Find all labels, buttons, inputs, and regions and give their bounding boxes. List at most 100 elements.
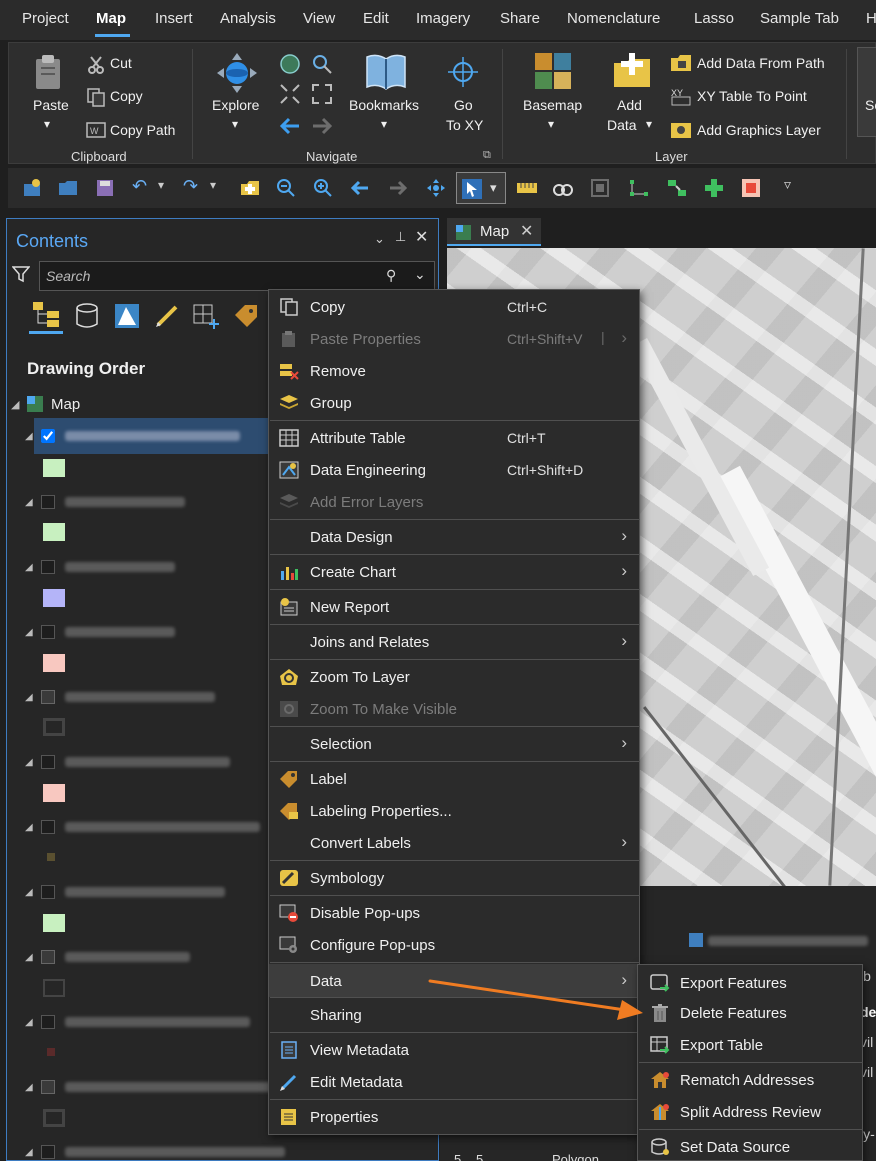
layer-expand-chevron-icon[interactable]: ◢ [25,822,33,833]
tab-analysis[interactable]: Analysis [220,10,276,27]
back-icon[interactable] [350,178,370,201]
save-project-icon[interactable] [95,178,115,201]
submenu-item-split-address-review[interactable]: Split Address Review [638,1097,862,1127]
tab-map[interactable]: Map [96,10,126,27]
select-button-partial[interactable]: Se [865,97,876,113]
list-by-selection-icon[interactable] [114,303,140,332]
paste-icon[interactable] [33,53,63,91]
tab-lasso[interactable]: Lasso [694,10,734,27]
menu-item-add-error-layers[interactable]: Add Error Layers [269,487,639,517]
go-to-xy-button-line2[interactable]: To XY [446,117,483,133]
explore-icon[interactable] [215,51,259,98]
add-graphics-layer-button[interactable]: Add Graphics Layer [697,122,821,138]
menu-item-attribute-table[interactable]: Attribute Table Ctrl+T [269,423,639,453]
menu-item-new-report[interactable]: New Report [269,592,639,622]
zoom-out-icon[interactable] [276,178,296,201]
zoom-to-selected-icon[interactable] [704,178,724,201]
fixed-zoom-in-icon[interactable] [279,83,301,108]
layer-row[interactable]: ◢ [21,419,271,451]
add-data-dropdown-chevron-icon[interactable]: ▾ [646,117,652,131]
menu-item-convert-labels[interactable]: Convert Labels › [269,828,639,858]
clear-selection-icon[interactable] [741,178,761,201]
open-project-icon[interactable] [58,178,78,201]
add-data-button[interactable]: Add [617,97,642,113]
menu-item-configure-pop-ups[interactable]: Configure Pop-ups [269,930,639,960]
basemap-button[interactable]: Basemap [523,97,582,113]
layer-expand-chevron-icon[interactable]: ◢ [25,1082,33,1093]
add-data-quick-icon[interactable] [240,178,260,201]
zoom-in-icon[interactable] [313,178,333,201]
submenu-item-rematch-addresses[interactable]: Rematch Addresses [638,1065,862,1095]
cut-icon[interactable] [86,55,106,78]
layer-expand-chevron-icon[interactable]: ◢ [25,431,33,442]
menu-item-remove[interactable]: Remove [269,356,639,386]
layer-visibility-checkbox[interactable] [41,820,55,834]
tab-project[interactable]: Project [22,10,69,27]
list-by-labeling-icon[interactable] [233,303,259,332]
menu-item-copy[interactable]: Copy Ctrl+C [269,292,639,322]
add-data-from-path-icon[interactable] [670,53,692,76]
layer-expand-chevron-icon[interactable]: ◢ [25,692,33,703]
menu-item-data-design[interactable]: Data Design › [269,522,639,552]
menu-item-symbology[interactable]: Symbology [269,863,639,893]
previous-extent-icon[interactable] [279,115,301,140]
go-to-xy-icon[interactable] [448,57,478,90]
layer-row[interactable]: ◢ [21,615,271,647]
layer-row[interactable]: ◢ [21,810,271,842]
explore-dropdown-chevron-icon[interactable]: ▾ [232,117,238,131]
list-by-drawing-order-icon[interactable] [31,299,61,332]
paste-button[interactable]: Paste [33,97,69,113]
layer-row[interactable]: ◢ [21,550,271,582]
layer-visibility-checkbox[interactable] [41,495,55,509]
pan-icon[interactable] [426,178,446,201]
search-icon[interactable]: ⚲ [386,267,396,284]
tab-map-view[interactable]: Map ✕ [447,218,541,246]
layer-expand-chevron-icon[interactable]: ◢ [25,497,33,508]
list-by-source-icon[interactable] [74,303,100,332]
copy-button[interactable]: Copy [110,88,143,104]
bookmarks-dropdown-chevron-icon[interactable]: ▾ [381,117,387,131]
close-pane-icon[interactable]: ✕ [415,227,428,247]
bookmarks-icon[interactable] [365,51,407,94]
menu-item-group[interactable]: Group [269,388,639,418]
xy-table-to-point-icon[interactable]: XY [670,86,692,109]
tab-edit[interactable]: Edit [363,10,389,27]
layer-visibility-checkbox[interactable] [41,429,55,443]
basemap-icon[interactable] [533,51,573,94]
tab-insert[interactable]: Insert [155,10,193,27]
explore-button[interactable]: Explore [212,97,259,113]
tab-share[interactable]: Share [500,10,540,27]
redo-dropdown-chevron-icon[interactable]: ▾ [210,178,216,192]
menu-item-zoom-to-layer[interactable]: Zoom To Layer [269,662,639,692]
submenu-item-export-features[interactable]: Export Features [638,968,862,998]
infographics-icon[interactable] [590,178,610,201]
menu-item-label-features[interactable]: Label [269,764,639,794]
add-data-button-line2[interactable]: Data [607,117,637,133]
menu-item-selection[interactable]: Selection › [269,729,639,759]
bookmarks-button[interactable]: Bookmarks [349,97,419,113]
select-by-attribute-icon[interactable] [628,178,650,201]
xy-table-to-point-button[interactable]: XY Table To Point [697,88,807,104]
select-by-location-icon[interactable] [666,178,688,201]
copy-icon[interactable] [86,87,106,110]
selection-group-partial[interactable] [857,47,876,137]
paste-dropdown-chevron-icon[interactable]: ▾ [44,117,50,131]
tab-sample-tab[interactable]: Sample Tab [760,10,839,27]
forward-icon[interactable] [388,178,408,201]
layer-row[interactable]: ◢ [21,875,271,907]
layer-expand-chevron-icon[interactable]: ◢ [25,757,33,768]
list-by-editing-icon[interactable] [154,303,180,332]
menu-item-zoom-to-make-visible[interactable]: Zoom To Make Visible [269,694,639,724]
list-by-snapping-icon[interactable] [192,303,220,332]
tab-view[interactable]: View [303,10,335,27]
layer-visibility-checkbox[interactable] [41,625,55,639]
locate-icon[interactable] [553,178,573,201]
layer-expand-chevron-icon[interactable]: ◢ [25,887,33,898]
pin-icon[interactable]: ⊥ [395,229,406,245]
redo-icon[interactable]: ↷ [183,176,198,197]
layer-row[interactable]: ◢ [21,1070,275,1102]
layer-row[interactable]: ◢ [21,745,271,777]
search-dropdown-chevron-icon[interactable]: ⌄ [414,266,426,283]
add-data-icon[interactable] [612,51,652,94]
submenu-item-export-table[interactable]: Export Table [638,1030,862,1060]
